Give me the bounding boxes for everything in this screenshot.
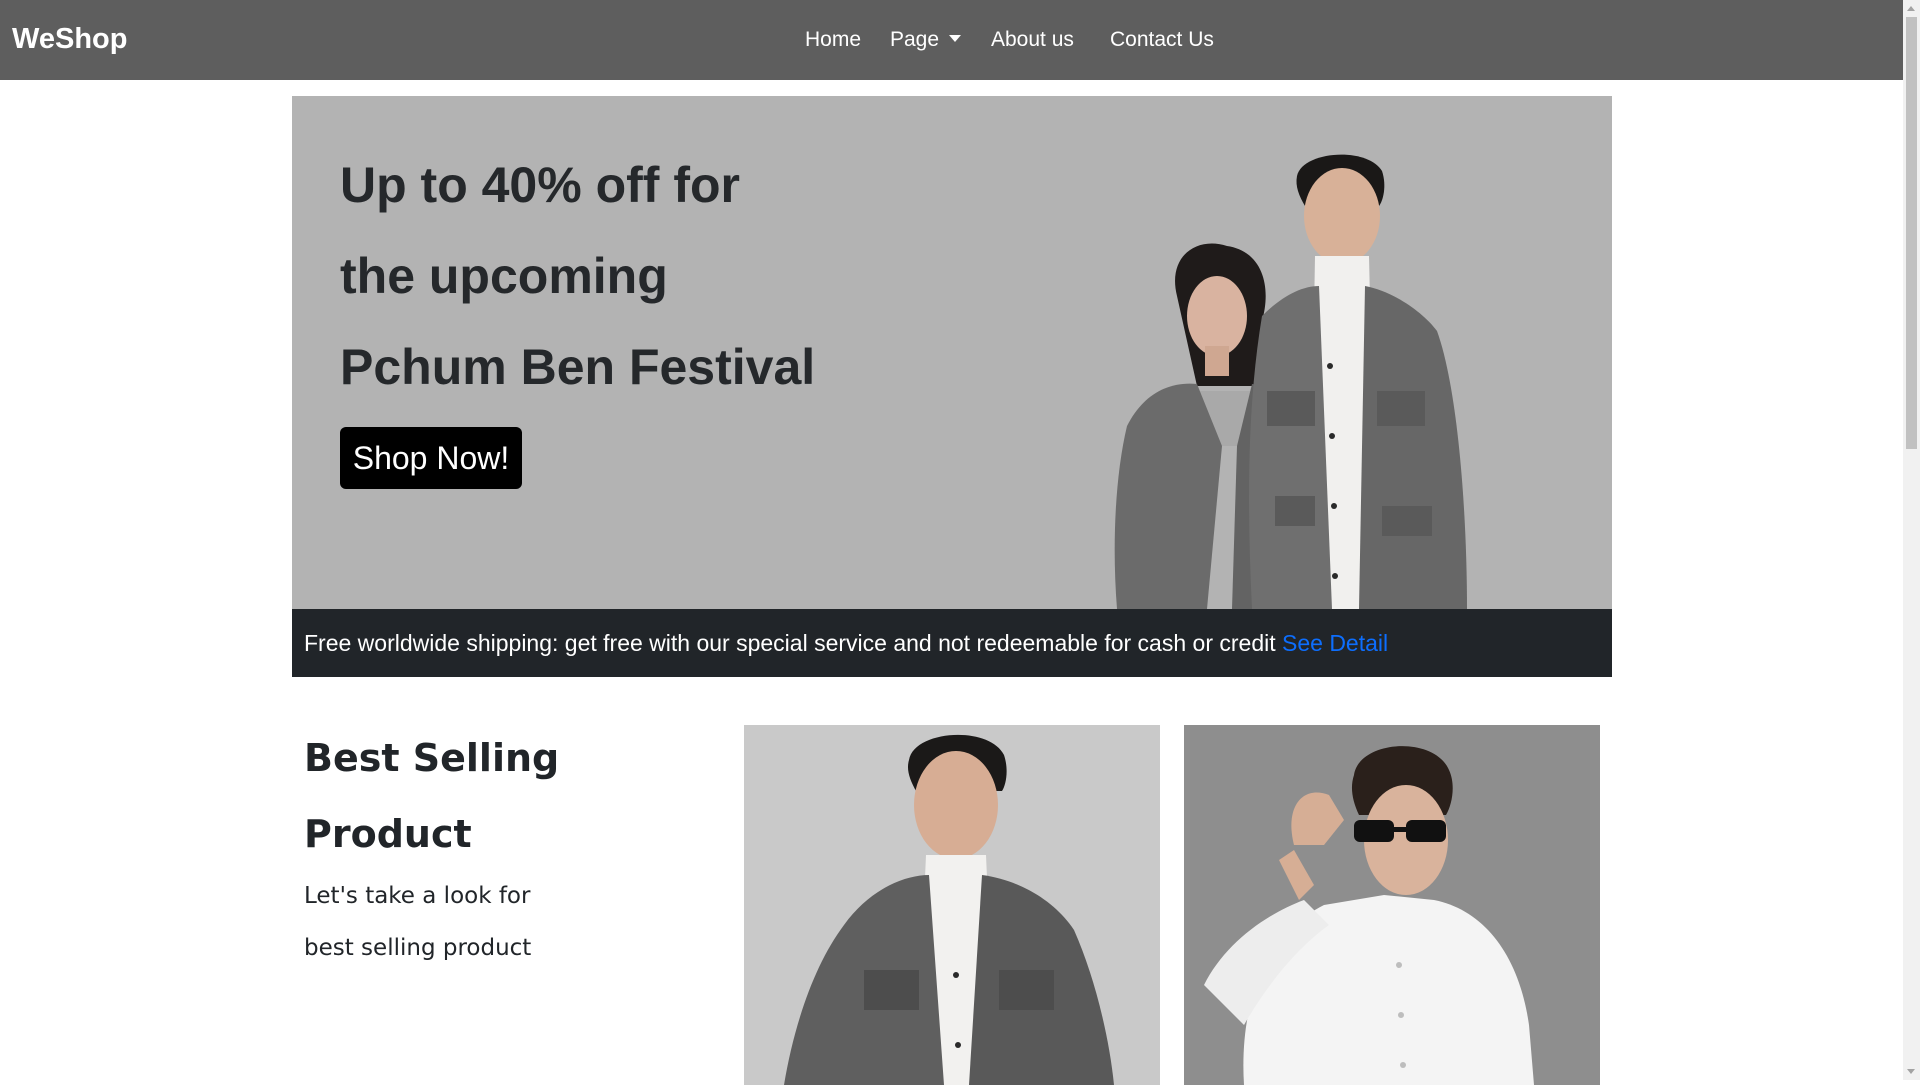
nav-home-link[interactable]: Home <box>805 28 861 52</box>
best-selling-subtitle: Let's take a look for best selling produ… <box>304 870 684 974</box>
product-card[interactable] <box>744 725 1160 1085</box>
brand-logo[interactable]: WeShop <box>12 22 127 56</box>
shop-now-button[interactable]: Shop Now! <box>340 427 522 489</box>
best-selling-title: Best Selling Product <box>304 720 684 872</box>
nav-page-dropdown[interactable]: Page <box>890 28 962 52</box>
best-selling-title-line: Product <box>304 812 472 856</box>
best-selling-subtitle-line: best selling product <box>304 935 532 961</box>
hero-couple-image <box>1114 154 1467 609</box>
shipping-text: Free worldwide shipping: get free with o… <box>304 630 1282 656</box>
hero-heading: Up to 40% off for the upcoming Pchum Ben… <box>340 140 960 413</box>
hero-banner: Up to 40% off for the upcoming Pchum Ben… <box>292 96 1612 609</box>
navbar: WeShop Home Page About us Contact Us <box>0 0 1903 80</box>
shipping-banner: Free worldwide shipping: get free with o… <box>292 609 1612 677</box>
see-detail-link[interactable]: See Detail <box>1282 630 1388 656</box>
nav-contact-link[interactable]: Contact Us <box>1110 28 1214 52</box>
best-selling-title-line: Best Selling <box>304 736 560 780</box>
caret-down-icon <box>949 35 962 42</box>
page-scrollbar[interactable] <box>1903 0 1920 1080</box>
product-card[interactable] <box>1184 725 1600 1085</box>
hero-heading-line: the upcoming <box>340 248 668 304</box>
nav-page-label: Page <box>890 28 940 51</box>
nav-about-link[interactable]: About us <box>991 28 1074 52</box>
product-image-sunglasses-man <box>1204 746 1534 1085</box>
scroll-down-arrow-icon[interactable] <box>1907 1069 1915 1074</box>
product-image-grey-jacket <box>784 734 1114 1085</box>
best-selling-subtitle-line: Let's take a look for <box>304 883 531 909</box>
hero-heading-line: Up to 40% off for <box>340 157 740 213</box>
scroll-thumb[interactable] <box>1906 17 1917 449</box>
scroll-up-arrow-icon[interactable] <box>1907 6 1915 11</box>
hero-heading-line: Pchum Ben Festival <box>340 339 816 395</box>
